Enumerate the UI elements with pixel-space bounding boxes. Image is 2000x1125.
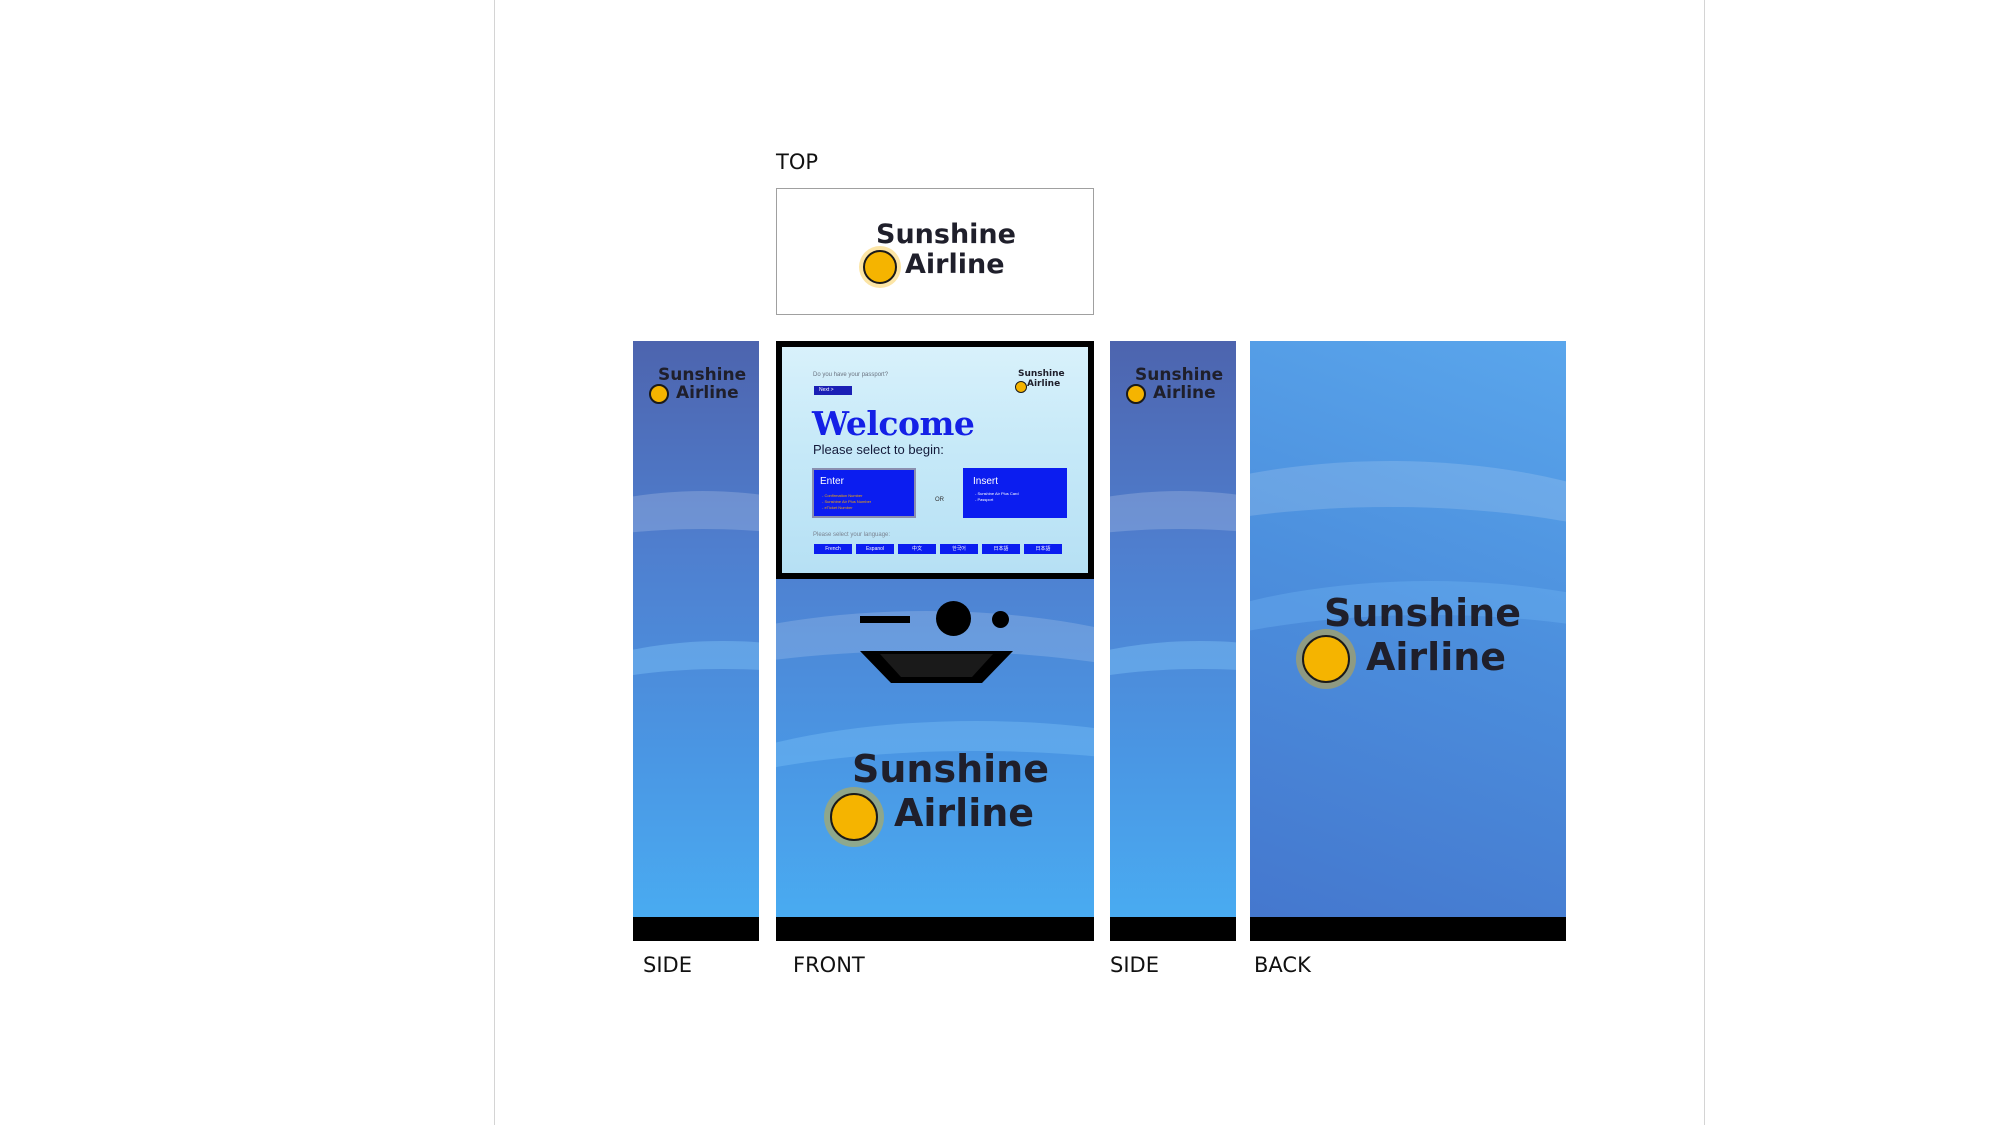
brand-logo: Sunshine Airline: [649, 365, 759, 410]
enter-title: Enter: [820, 476, 844, 487]
brand-logo: Sunshine Airline: [1302, 591, 1522, 691]
brand-logo: Sunshine Airline: [830, 747, 1050, 847]
language-button[interactable]: 한국어: [940, 544, 978, 554]
instruction-text: Please select to begin:: [813, 442, 944, 457]
next-button[interactable]: Next >: [814, 386, 852, 395]
logo-word-sunshine: Sunshine: [1324, 591, 1521, 635]
sun-icon: [1015, 381, 1027, 393]
brand-logo: Sunshine Airline: [1126, 365, 1236, 410]
insert-item: - Passport: [975, 497, 994, 502]
language-button[interactable]: Espanol: [856, 544, 894, 554]
scanner-button[interactable]: [936, 601, 971, 636]
side-right-view-label: SIDE: [1110, 953, 1159, 977]
side-panel-left: Sunshine Airline: [633, 341, 759, 941]
welcome-heading: Welcome: [812, 404, 975, 443]
insert-option-button[interactable]: Insert - Sunshine Air Plus Card - Passpo…: [963, 468, 1067, 518]
front-view-label: FRONT: [793, 953, 865, 977]
enter-option-button[interactable]: Enter - Confirmation Number - Sunshine A…: [812, 468, 916, 518]
kiosk-design-sheet: TOP Sunshine Airline Sunshine Airline SI…: [0, 0, 2000, 1125]
base-bar: [1110, 917, 1236, 941]
passport-question: Do you have your passport?: [813, 372, 889, 378]
sun-icon: [863, 250, 897, 284]
page-margin-left: [494, 0, 495, 1125]
logo-word-airline: Airline: [676, 383, 739, 403]
logo-word-airline: Airline: [1153, 383, 1216, 403]
enter-item: - eTicket Number: [822, 505, 853, 510]
enter-item: - Confirmation Number: [822, 493, 863, 498]
logo-word-sunshine: Sunshine: [658, 365, 747, 385]
swoosh-shape: [633, 641, 759, 821]
kiosk-screen-bezel: Do you have your passport? Next > Sunshi…: [776, 341, 1094, 579]
sun-icon: [830, 793, 878, 841]
logo-word-airline: Airline: [905, 249, 1005, 280]
logo-word-airline: Airline: [1366, 635, 1507, 679]
sun-icon: [1302, 635, 1350, 683]
language-button[interactable]: 日本語: [1024, 544, 1062, 554]
swoosh-shape: [1110, 641, 1236, 821]
language-button[interactable]: 中文: [898, 544, 936, 554]
base-bar: [1250, 917, 1566, 941]
base-bar: [633, 917, 759, 941]
top-view-panel: Sunshine Airline: [776, 188, 1094, 315]
sun-icon: [1126, 384, 1146, 404]
side-panel-right: Sunshine Airline: [1110, 341, 1236, 941]
sun-icon: [649, 384, 669, 404]
logo-word-sunshine: Sunshine: [1135, 365, 1224, 385]
logo-word-airline: Airline: [1027, 379, 1061, 389]
back-panel: Sunshine Airline: [1250, 341, 1566, 941]
brand-logo: Sunshine Airline: [1015, 369, 1075, 395]
insert-item: - Sunshine Air Plus Card: [975, 491, 1019, 496]
indicator-light: [992, 611, 1009, 628]
card-slot[interactable]: [860, 616, 910, 623]
page-margin-right: [1704, 0, 1705, 1125]
or-separator: OR: [935, 497, 944, 503]
logo-word-airline: Airline: [894, 791, 1035, 835]
insert-title: Insert: [973, 476, 999, 487]
side-left-view-label: SIDE: [643, 953, 692, 977]
logo-word-sunshine: Sunshine: [876, 219, 1016, 250]
kiosk-screen: Do you have your passport? Next > Sunshi…: [782, 347, 1088, 573]
top-view-label: TOP: [776, 150, 819, 174]
language-button[interactable]: French: [814, 544, 852, 554]
base-bar: [776, 917, 1094, 941]
back-view-label: BACK: [1254, 953, 1311, 977]
brand-logo: Sunshine Airline: [863, 217, 1016, 287]
language-prompt: Please select your language:: [813, 532, 891, 538]
language-button[interactable]: 日本語: [982, 544, 1020, 554]
enter-item: - Sunshine Air Plus Number: [822, 499, 872, 504]
logo-word-sunshine: Sunshine: [1018, 369, 1065, 379]
logo-word-sunshine: Sunshine: [852, 747, 1049, 791]
ticket-tray: [860, 651, 1013, 683]
